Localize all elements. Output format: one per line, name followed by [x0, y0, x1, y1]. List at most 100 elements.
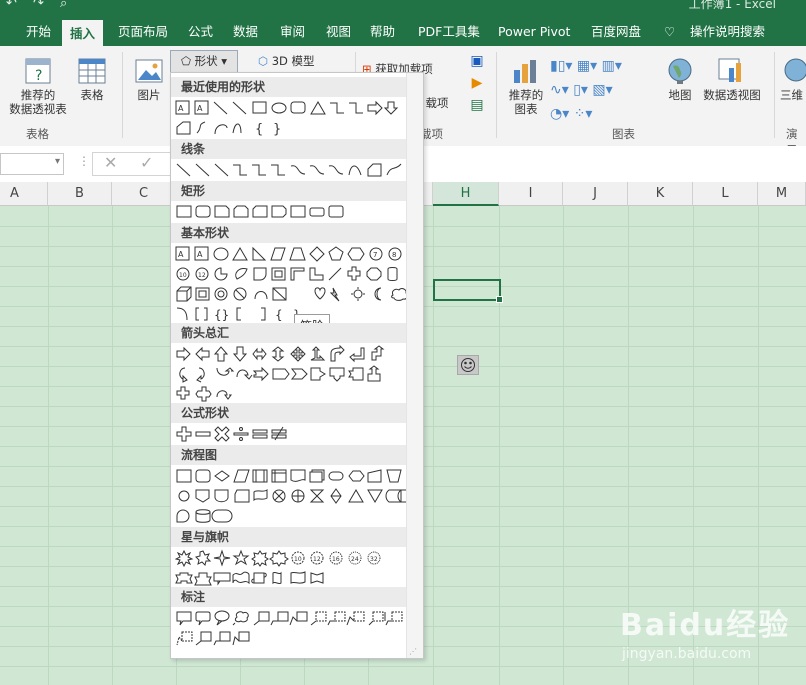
block-arrows-row-2[interactable]: [175, 365, 415, 383]
tab-pdf-tools[interactable]: PDF工具集: [410, 18, 488, 46]
callouts-row-2[interactable]: [175, 629, 415, 647]
flowchart-row-2[interactable]: [175, 487, 415, 505]
tell-me-search[interactable]: 操作说明搜索: [682, 18, 773, 46]
tab-page-layout[interactable]: 页面布局: [110, 18, 176, 46]
svg-text:12: 12: [313, 556, 321, 563]
picture-button[interactable]: 图片: [132, 56, 166, 102]
smiley-face-shape-hover[interactable]: [457, 355, 479, 375]
svg-text:32: 32: [370, 556, 378, 563]
callouts-row-1[interactable]: [175, 609, 415, 627]
basic-shapes-row-2[interactable]: 10 12: [175, 265, 415, 283]
tab-help[interactable]: 帮助: [362, 18, 403, 46]
visio-icon[interactable]: ▣: [468, 54, 486, 68]
svg-text:{: {: [275, 308, 283, 322]
column-header-m[interactable]: M: [758, 182, 806, 206]
shapes-icon: ⬠: [180, 54, 191, 68]
pivot-chart-button[interactable]: 数据透视图: [698, 56, 766, 102]
3d-model-button[interactable]: ⬡ 3D 模型: [258, 54, 328, 68]
column-header-j[interactable]: J: [563, 182, 628, 206]
cube-icon: ⬡: [258, 54, 269, 68]
chart-type-gallery[interactable]: ▮▯▾ ▦▾ ▥▾ ∿▾ ▯▾ ▧▾ ◔▾ ⁘▾: [550, 54, 650, 126]
map-button[interactable]: 地图: [663, 56, 697, 102]
section-block-arrows: 箭头总汇: [171, 323, 415, 343]
more-dots-icon: ⋮: [78, 154, 90, 168]
table-button[interactable]: 表格: [74, 56, 110, 102]
svg-text:10: 10: [294, 556, 302, 563]
quick-access-icons[interactable]: ↶ ↷ ⌕: [6, 0, 73, 11]
column-header-l[interactable]: L: [693, 182, 758, 206]
stars-row[interactable]: 10 12 16 24 32: [175, 549, 415, 567]
bing-icon[interactable]: ▶: [468, 76, 486, 90]
block-arrows-row-1[interactable]: [175, 345, 415, 363]
basic-shapes-row-1[interactable]: A A 7 8: [175, 245, 415, 263]
table-icon: [78, 58, 106, 84]
chevron-down-icon[interactable]: ▾: [55, 156, 60, 167]
rectangles-row[interactable]: [175, 203, 415, 221]
flowchart-row-3[interactable]: [175, 507, 415, 525]
banners-row[interactable]: [175, 569, 415, 587]
column-header-i[interactable]: I: [499, 182, 563, 206]
svg-text:{}: {}: [214, 308, 229, 322]
picture-icon: [135, 59, 163, 83]
watermark-url: jingyan.baidu.com: [622, 646, 752, 662]
picture-label: 图片: [137, 88, 161, 102]
tab-data[interactable]: 数据: [225, 18, 266, 46]
resize-grip-icon[interactable]: ⋰: [409, 647, 417, 656]
svg-text:12: 12: [198, 272, 206, 279]
svg-text:}: }: [273, 122, 281, 137]
my-addins-label[interactable]: 载项: [422, 96, 452, 110]
cancel-icon[interactable]: ✕: [104, 153, 117, 172]
shapes-label: 形状: [194, 54, 218, 68]
equation-shapes-row[interactable]: [175, 425, 415, 443]
column-header-a[interactable]: A: [0, 182, 48, 206]
tab-baidu-pan[interactable]: 百度网盘: [583, 18, 649, 46]
ribbon-divider: [122, 52, 123, 138]
enter-icon[interactable]: ✓: [140, 153, 153, 172]
tab-view[interactable]: 视图: [318, 18, 359, 46]
title-bar: ↶ ↷ ⌕ 工作簿1 - Excel: [0, 0, 806, 18]
line-chart-icon: ∿▾: [550, 82, 569, 98]
svg-text:7: 7: [373, 251, 377, 259]
watermark-brand: Baidu经验: [620, 608, 791, 643]
lines-row[interactable]: [175, 161, 415, 179]
recommended-chart-button[interactable]: 推荐的 图表: [503, 56, 549, 116]
shapes-button[interactable]: ⬠ 形状 ▾: [170, 50, 238, 74]
ribbon-divider: [496, 52, 497, 138]
lightbulb-icon: ♡: [664, 24, 676, 39]
recent-shapes-row-2[interactable]: {}: [175, 119, 415, 137]
section-callouts: 标注: [171, 587, 415, 607]
dropdown-scrollbar[interactable]: [406, 73, 423, 658]
window-title: 工作簿1 - Excel: [688, 0, 776, 11]
column-header-c[interactable]: C: [112, 182, 176, 206]
tab-home[interactable]: 开始: [18, 18, 59, 46]
3d-map-label: 三维: [780, 88, 803, 102]
active-cell[interactable]: [433, 279, 503, 303]
tab-power-pivot[interactable]: Power Pivot: [490, 18, 578, 46]
recommended-pivot-button[interactable]: ? 推荐的 数据透视表: [6, 56, 70, 116]
svg-text:8: 8: [392, 251, 396, 259]
block-arrows-row-3[interactable]: [175, 385, 415, 403]
svg-text:{: {: [255, 122, 263, 137]
recent-shapes-row-1[interactable]: A A: [175, 99, 415, 117]
people-graph-icon[interactable]: ▤: [468, 98, 486, 112]
pivot-table-icon: ?: [25, 58, 51, 84]
scatter-chart-icon: ⁘▾: [573, 106, 593, 122]
column-header-h[interactable]: H: [433, 182, 499, 206]
hierarchy-chart-icon: ▦▾: [576, 58, 598, 74]
svg-text:A: A: [178, 250, 184, 259]
section-lines: 线条: [171, 139, 415, 159]
tab-review[interactable]: 审阅: [272, 18, 313, 46]
flowchart-row-1[interactable]: [175, 467, 415, 485]
3d-map-button[interactable]: 三维: [780, 56, 806, 102]
svg-text:A: A: [178, 104, 184, 113]
tab-insert[interactable]: 插入: [62, 18, 104, 48]
column-header-k[interactable]: K: [628, 182, 693, 206]
globe-icon: [668, 58, 692, 84]
group-charts-label: 图表: [612, 127, 635, 141]
basic-shapes-row-3b[interactable]: [311, 285, 411, 303]
name-box[interactable]: ▾: [0, 153, 64, 175]
svg-text:10: 10: [179, 272, 187, 279]
fill-handle[interactable]: [496, 296, 503, 303]
column-header-b[interactable]: B: [48, 182, 112, 206]
tab-formulas[interactable]: 公式: [180, 18, 221, 46]
